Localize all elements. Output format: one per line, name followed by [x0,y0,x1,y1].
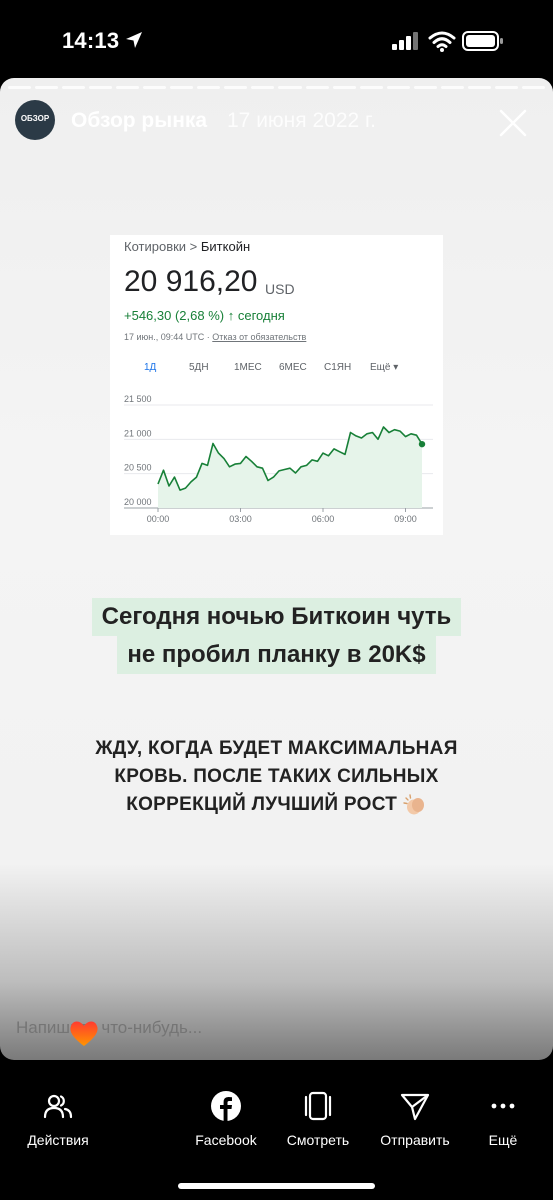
story-account-name[interactable]: Обзор рынка [71,109,207,133]
story-header: ОБЗОР Обзор рынка 17 июня 2022 г. [15,100,540,142]
cellular-signal-icon [392,32,418,50]
quote-timestamp: 17 июн., 09:44 UTC · [124,332,213,342]
chart-y-tick-label: 20 000 [124,497,152,507]
story-date: 17 июня 2022 г. [227,109,376,132]
battery-icon [462,31,503,51]
facebook-icon [211,1091,241,1121]
price-change: +546,30 (2,68 %) ↑ сегодня [124,308,285,323]
headline: Сегодня ночью Биткоин чуть не пробил пла… [0,598,553,674]
status-time: 14:13 [62,28,120,53]
status-bar: 14:13 [0,0,553,78]
change-period: сегодня [237,308,285,323]
avatar[interactable]: ОБЗОР [15,100,55,140]
facebook-label: Facebook [195,1132,257,1148]
disclaimer-link: Отказ от обязательств [212,332,307,342]
range-more: Ещё ▾ [370,362,430,373]
price-chart: 21 500 21 000 20 500 20 000 00:00 03:00 06:00 0… [124,395,433,524]
breadcrumb-root: Котировки [124,239,187,254]
change-value: +546,30 (2,68 %) [124,308,225,323]
body-line-1: ЖДУ, КОГДА БУДЕТ МАКСИМАЛЬНАЯ [95,738,458,759]
range-tab-1m: 1МЕС [234,362,262,373]
chart-x-tick-label: 09:00 [394,514,417,524]
range-more-label: Ещё [370,362,391,373]
body-line-2: КРОВЬ. ПОСЛЕ ТАКИХ СИЛЬНЫХ [114,766,439,787]
headline-line-2: не пробил планку в 20K$ [117,636,436,674]
chart-last-point [418,440,426,448]
close-icon[interactable] [498,108,528,138]
chart-x-tick-label: 00:00 [147,514,170,524]
send-label: Отправить [380,1132,450,1148]
home-indicator [178,1183,375,1189]
avatar-label: ОБЗОР [20,114,50,123]
send-button[interactable]: Отправить [374,1090,456,1148]
breadcrumb: Котировки > Биткойн [124,239,250,254]
caret-down-icon: ▾ [393,362,399,373]
chart-y-tick-label: 21 500 [124,395,152,404]
arrow-up-icon: ↑ [227,308,235,323]
quote-card: Котировки > Биткойн 20 916,20 USD +546,3… [110,235,443,535]
chart-y-tick-label: 20 500 [124,463,152,473]
story-card[interactable]: ОБЗОР Обзор рынка 17 июня 2022 г. Котиро… [0,78,553,1060]
breadcrumb-separator: > [186,239,201,254]
facebook-button[interactable]: Facebook [190,1090,262,1148]
body-line-3-row: КОРРЕКЦИЙ ЛУЧШИЙ РОСТ [40,791,513,819]
chart-x-tick-label: 06:00 [312,514,335,524]
more-button[interactable]: Ещё [478,1090,528,1148]
range-tab-ytd: С1ЯН [324,362,352,373]
heart-reaction-icon[interactable] [68,1018,100,1048]
chart-x-tick-label: 03:00 [229,514,252,524]
people-icon [43,1094,73,1119]
breadcrumb-leaf: Биткойн [200,239,251,254]
watch-stories-icon [304,1091,332,1121]
send-icon [400,1093,430,1121]
headline-line-1: Сегодня ночью Биткоин чуть [91,598,462,636]
range-tab-1d: 1Д [144,362,157,373]
more-icon [491,1103,515,1109]
body-line-3: КОРРЕКЦИЙ ЛУЧШИЙ РОСТ [126,794,398,815]
bottom-action-bar: Действия Facebook Смотреть Отправить Ещё [0,1060,553,1200]
watch-label: Смотреть [286,1132,350,1148]
actions-label: Действия [27,1132,89,1148]
more-label: Ещё [488,1132,518,1148]
range-tab-5d: 5ДН [189,362,209,373]
range-tabs: 1Д 5ДН 1МЕС 6МЕС С1ЯН Ещё ▾ [144,362,398,373]
location-arrow-icon [126,32,142,48]
range-tab-6m: 6МЕС [279,362,307,373]
story-progress-bar [8,86,545,89]
price-currency: USD [265,281,295,297]
quote-meta: 17 июн., 09:44 UTC · Отказ от обязательс… [124,332,306,342]
clapping-hands-icon [403,794,424,815]
price-value: 20 916,20 [124,265,258,298]
watch-button[interactable]: Смотреть [282,1090,354,1148]
story-body-text: ЖДУ, КОГДА БУДЕТ МАКСИМАЛЬНАЯ КРОВЬ. ПОС… [40,735,513,819]
wifi-icon [428,31,456,52]
chart-y-tick-label: 21 000 [124,428,152,438]
actions-button[interactable]: Действия [22,1090,94,1148]
